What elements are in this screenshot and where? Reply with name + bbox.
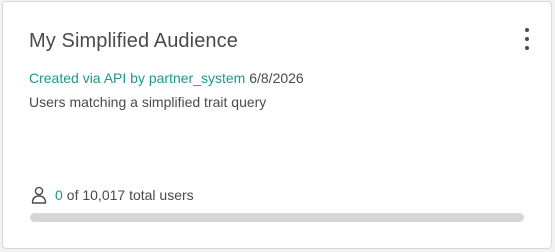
matched-users-count[interactable]: 0: [55, 187, 63, 203]
kebab-dot-icon: [525, 46, 529, 50]
kebab-dot-icon: [525, 37, 529, 41]
person-icon: [31, 186, 47, 204]
audience-title: My Simplified Audience: [29, 30, 238, 52]
created-info: Created via API by partner_system 6/8/20…: [29, 70, 304, 86]
audience-card[interactable]: My Simplified Audience Created via API b…: [2, 1, 552, 249]
created-date: 6/8/2026: [249, 70, 304, 86]
user-progress-bar: [30, 213, 524, 222]
user-count: 0 of 10,017 total users: [31, 186, 194, 204]
created-by-link[interactable]: Created via API by partner_system: [29, 70, 245, 86]
audience-description: Users matching a simplified trait query: [29, 94, 267, 110]
kebab-dot-icon: [525, 28, 529, 32]
more-options-button[interactable]: [521, 28, 533, 50]
total-users-text: of 10,017 total users: [66, 187, 194, 203]
